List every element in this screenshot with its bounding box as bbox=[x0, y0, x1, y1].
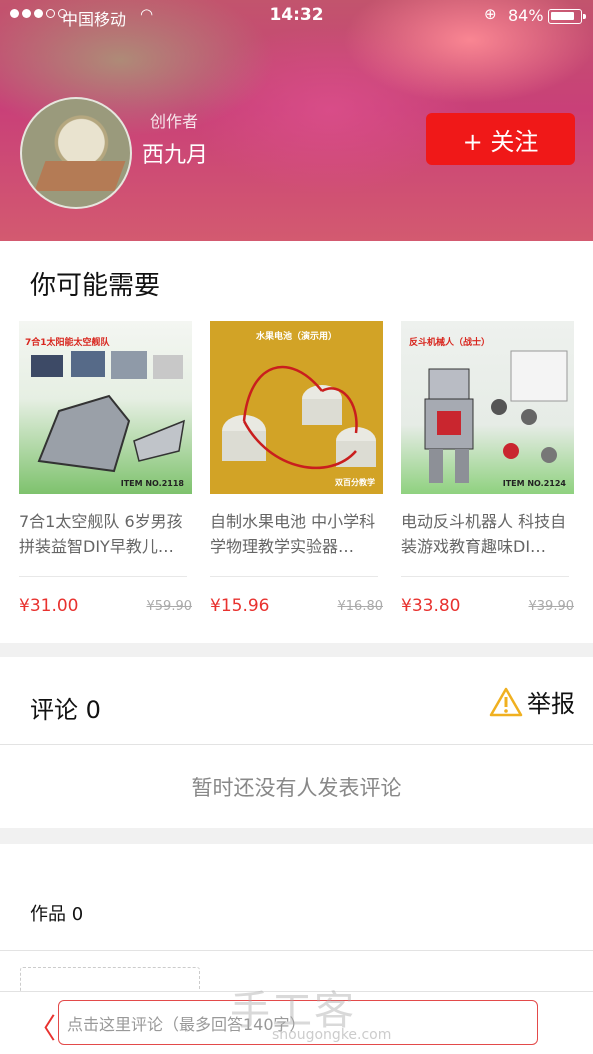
product-image[interactable]: 反斗机械人（战士） ITEM NO.2124 bbox=[401, 321, 574, 494]
product-old-price: ¥16.80 bbox=[337, 599, 384, 614]
status-bar: 中国移动 ◠ 14:32 ⊕ 84% bbox=[0, 0, 593, 32]
status-time: 14:32 bbox=[269, 5, 324, 25]
image-watermark: 双百分教学 bbox=[335, 478, 375, 487]
back-chevron-icon[interactable]: 〈 bbox=[28, 1007, 56, 1047]
card-divider bbox=[401, 576, 569, 577]
section-separator bbox=[0, 828, 593, 844]
item-number: ITEM NO.2118 bbox=[120, 479, 184, 488]
card-divider bbox=[210, 576, 378, 577]
warning-icon bbox=[489, 687, 523, 716]
recommend-title: 你可能需要 bbox=[30, 271, 161, 301]
product-image[interactable]: 7合1太阳能太空舰队 ITEM NO.2118 bbox=[19, 321, 192, 494]
avatar[interactable] bbox=[20, 97, 132, 209]
card-divider bbox=[19, 576, 187, 577]
product-image[interactable]: 水果电池（演示用） 双百分教学 bbox=[210, 321, 383, 494]
divider bbox=[0, 744, 593, 745]
product-name[interactable]: 7合1太空舰队 6岁男孩拼装益智DIY早教儿… bbox=[19, 509, 192, 559]
product-name[interactable]: 电动反斗机器人 科技自装游戏教育趣味DI… bbox=[401, 509, 574, 559]
profile-role: 创作者 bbox=[150, 112, 199, 131]
profile-header: 中国移动 ◠ 14:32 ⊕ 84% 创作者 西九月 + 关注 bbox=[0, 0, 593, 241]
product-card[interactable]: 水果电池（演示用） 双百分教学 自制水果电池 中小学科学物理教学实验器… ¥15… bbox=[210, 321, 383, 626]
rotation-lock-icon: ⊕ bbox=[484, 5, 497, 23]
works-title: 作品 0 bbox=[30, 904, 84, 925]
comments-title: 评论 0 bbox=[30, 696, 101, 724]
section-separator bbox=[0, 643, 593, 657]
follow-button[interactable]: + 关注 bbox=[426, 113, 575, 165]
follow-label: + 关注 bbox=[462, 127, 539, 156]
battery-icon bbox=[548, 9, 586, 24]
product-old-price: ¥39.90 bbox=[528, 599, 575, 614]
empty-comments-text: 暂时还没有人发表评论 bbox=[191, 776, 402, 800]
product-card[interactable]: 7合1太阳能太空舰队 ITEM NO.2118 7合1太空舰队 6岁男孩拼装益智… bbox=[19, 321, 192, 626]
product-name[interactable]: 自制水果电池 中小学科学物理教学实验器… bbox=[210, 509, 383, 559]
report-label: 举报 bbox=[527, 690, 575, 718]
product-price: ¥33.80 bbox=[401, 596, 461, 616]
battery-percent: 84% bbox=[508, 6, 544, 25]
profile-name[interactable]: 西九月 bbox=[142, 137, 208, 169]
site-watermark-url: shougongke.com bbox=[272, 1027, 392, 1043]
product-price: ¥15.96 bbox=[210, 596, 270, 616]
product-card[interactable]: 反斗机械人（战士） ITEM NO.2124 电动反斗机器人 科技自装游戏教育趣… bbox=[401, 321, 574, 626]
divider bbox=[0, 950, 593, 951]
product-price: ¥31.00 bbox=[19, 596, 79, 616]
report-button[interactable]: 举报 bbox=[489, 684, 575, 719]
product-old-price: ¥59.90 bbox=[146, 599, 193, 614]
item-number: ITEM NO.2124 bbox=[502, 479, 566, 488]
